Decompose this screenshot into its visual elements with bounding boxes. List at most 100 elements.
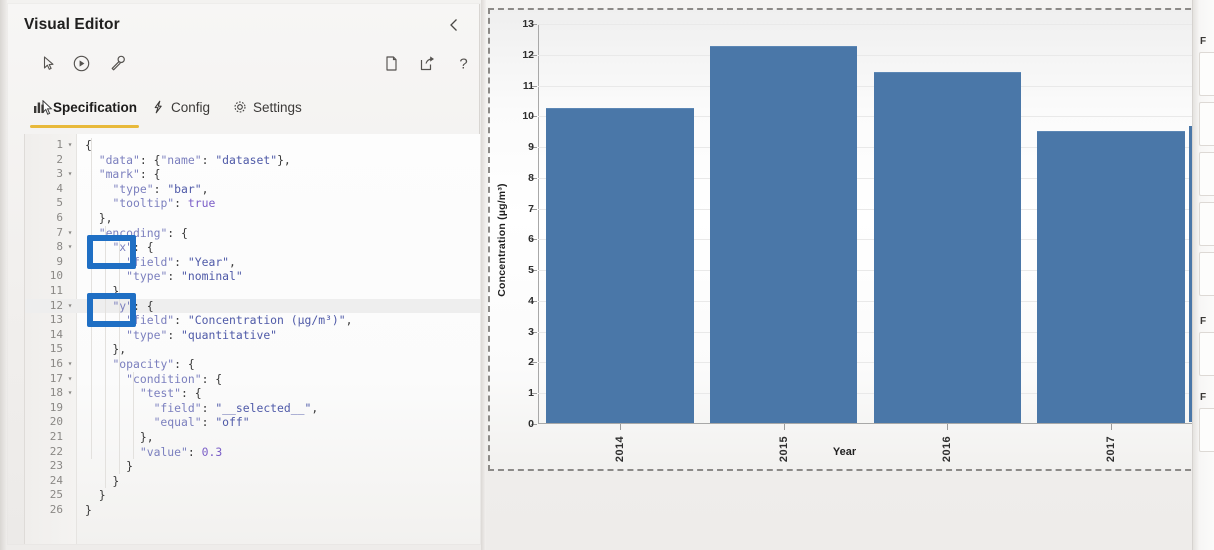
code-line[interactable]: 2 "data": {"name": "dataset"}, (25, 153, 480, 168)
line-number: 1 (56, 138, 63, 151)
code-line[interactable]: 16 ▾ "opacity": { (25, 357, 480, 372)
code-text: "type": "quantitative" (126, 327, 278, 342)
format-pane[interactable]: F F F (1192, 0, 1214, 550)
indent-guide (133, 371, 134, 460)
code-line[interactable]: 7 ▾ "encoding": { (25, 226, 480, 241)
format-pane-section-2: F (1200, 316, 1207, 327)
fold-toggle-icon[interactable]: ▾ (66, 386, 74, 401)
y-axis-tick-label: 6 (528, 233, 534, 246)
question-mark-icon[interactable]: ? (450, 50, 476, 76)
tab-active-indicator (30, 125, 140, 128)
export-icon[interactable] (414, 50, 440, 76)
line-number: 10 (49, 269, 63, 283)
pointer-icon[interactable] (36, 50, 62, 76)
line-number: 19 (49, 400, 63, 414)
code-line[interactable]: 10 "type": "nominal" (25, 269, 480, 284)
code-text: "field": "Year", (126, 254, 236, 269)
format-pane-section-3: F (1200, 392, 1207, 403)
line-number: 4 (56, 181, 63, 195)
tab-specification[interactable]: Specification (30, 90, 140, 128)
line-number: 6 (56, 211, 63, 224)
wrench-icon[interactable] (104, 50, 130, 76)
bar-mark[interactable] (546, 107, 694, 423)
indent-guide (91, 138, 92, 460)
code-line[interactable]: 12 ▾ "y": { (25, 298, 480, 314)
line-number: 23 (49, 459, 63, 473)
code-line[interactable]: 26} (25, 503, 480, 518)
editor-tabs: Specification Config Settings (8, 90, 480, 128)
fold-toggle-icon[interactable]: ▾ (66, 167, 74, 182)
tab-config[interactable]: Config (148, 90, 212, 124)
y-axis-tick-label: 5 (528, 264, 534, 277)
code-line[interactable]: 4 "type": "bar", (25, 182, 480, 197)
editor-left-edge (0, 0, 7, 550)
code-line[interactable]: 18 ▾ "test": { (25, 386, 480, 401)
format-pane-card[interactable] (1199, 52, 1214, 96)
format-pane-card[interactable] (1199, 152, 1214, 196)
line-number: 26 (49, 503, 63, 516)
page-icon[interactable] (378, 50, 404, 76)
bar-chart-icon (32, 100, 47, 115)
circled-play-icon[interactable] (68, 50, 94, 76)
app-root: Visual Editor ? Specification Config Set… (0, 0, 1214, 550)
format-pane-card[interactable] (1199, 408, 1214, 452)
code-line[interactable]: 19 "field": "__selected__", (25, 401, 480, 416)
code-line[interactable]: 11 }, (25, 284, 480, 299)
code-line[interactable]: 25 } (25, 488, 480, 503)
gridline (538, 24, 1193, 25)
code-line[interactable]: 1 ▾{ (25, 138, 480, 153)
fold-toggle-icon[interactable]: ▾ (66, 372, 74, 387)
line-number: 5 (56, 196, 63, 210)
line-number: 21 (49, 430, 63, 443)
fold-toggle-icon[interactable]: ▾ (66, 240, 74, 255)
line-number: 7 (56, 225, 63, 239)
format-pane-card[interactable] (1199, 252, 1214, 296)
line-number: 15 (49, 342, 63, 356)
y-axis-tick-label: 2 (528, 356, 534, 369)
tab-settings-label: Settings (253, 99, 302, 115)
fold-toggle-icon[interactable]: ▾ (66, 138, 74, 153)
line-number: 20 (49, 415, 63, 429)
code-line[interactable]: 9 "field": "Year", (25, 255, 480, 270)
line-number: 3 (56, 167, 63, 181)
x-axis-tick (783, 424, 785, 430)
line-number: 2 (56, 152, 63, 166)
bar-chart-visual[interactable]: Concentration (µg/m³) 0 1 2 3 4 5 6 7 8 9 10 11 12 13… (488, 8, 1201, 471)
code-line[interactable]: 3 ▾ "mark": { (25, 167, 480, 182)
line-number: 13 (49, 313, 63, 327)
svg-text:?: ? (459, 55, 467, 72)
bar-mark[interactable] (709, 46, 858, 423)
code-text: "equal": "off" (153, 415, 250, 430)
bar-mark[interactable] (873, 72, 1022, 423)
specification-code-editor[interactable]: 1 ▾{2 "data": {"name": "dataset"}, 3 ▾ "mar… (24, 134, 480, 544)
tab-settings[interactable]: Settings (230, 90, 304, 124)
code-line[interactable]: 20 "equal": "off" (25, 415, 480, 430)
code-line[interactable]: 8 ▾ "x": { (25, 240, 480, 255)
fold-toggle-icon[interactable]: ▾ (66, 226, 74, 241)
format-pane-card[interactable] (1199, 332, 1214, 376)
indent-guide (119, 240, 120, 474)
fold-toggle-icon[interactable]: ▾ (66, 299, 74, 314)
code-line[interactable]: 13 "field": "Concentration (µg/m³)", (25, 313, 480, 328)
visual-selection-accent (1189, 126, 1192, 422)
code-line[interactable]: 15 }, (25, 342, 480, 357)
code-line[interactable]: 6 }, (25, 211, 480, 226)
fold-toggle-icon[interactable]: ▾ (66, 357, 74, 372)
code-line[interactable]: 17 ▾ "condition": { (25, 372, 480, 387)
code-line[interactable]: 23 } (25, 459, 480, 474)
y-axis-tick-label: 7 (528, 202, 534, 215)
y-axis-tick-label: 0 (528, 418, 534, 430)
format-pane-card[interactable] (1199, 102, 1214, 146)
format-pane-card[interactable] (1199, 202, 1214, 246)
code-line[interactable]: 21 }, (25, 430, 480, 445)
chevron-left-icon[interactable] (445, 16, 463, 34)
gear-icon (232, 100, 247, 115)
code-line[interactable]: 22 "value": 0.3 (25, 445, 480, 460)
code-text: "opacity": { (112, 357, 195, 371)
code-line[interactable]: 5 "tooltip": true (25, 196, 480, 211)
code-line[interactable]: 14 "type": "quantitative" (25, 328, 480, 343)
code-line[interactable]: 24 } (25, 474, 480, 489)
tab-config-label: Config (171, 99, 211, 115)
visual-editor-header: Visual Editor (8, 4, 480, 46)
bar-mark[interactable] (1037, 130, 1185, 423)
